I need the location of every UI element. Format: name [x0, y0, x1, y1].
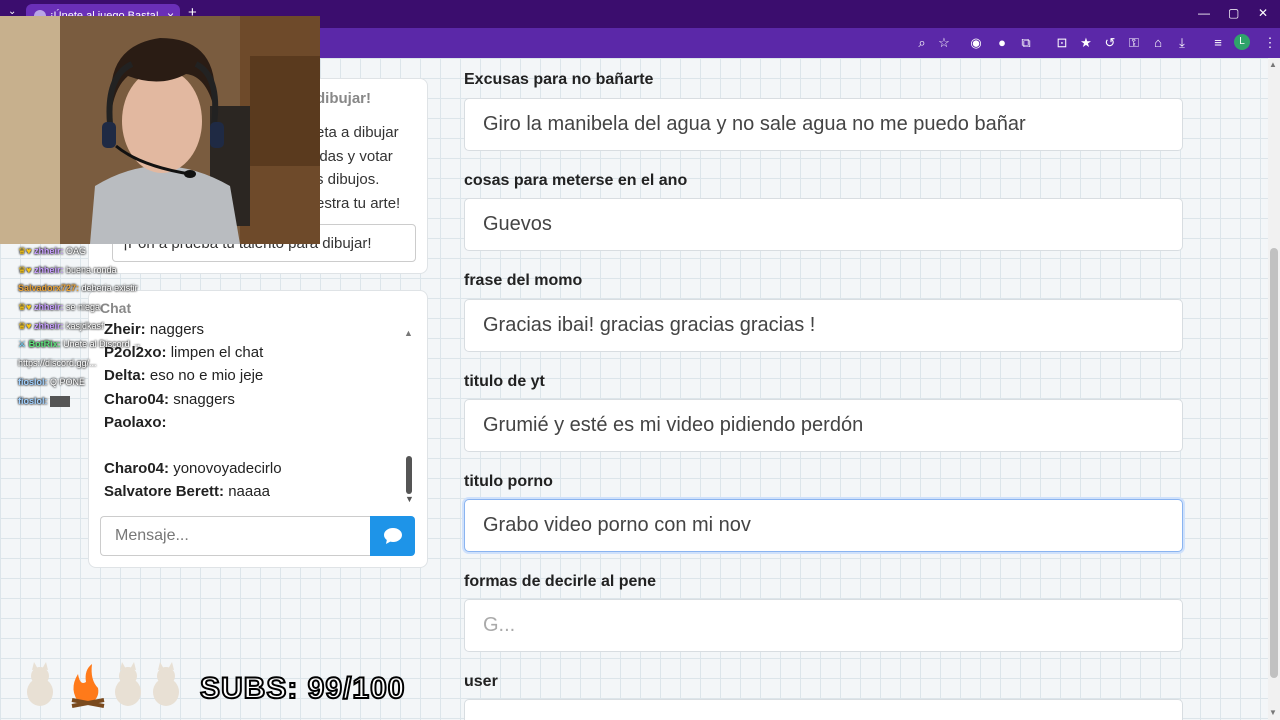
star-icon[interactable]: ☆ — [936, 34, 952, 52]
draw-card-line: estra tu arte! — [316, 194, 401, 212]
stream-chat-line: Salvadorx727: deberia existir — [18, 279, 208, 298]
more-options-icon[interactable]: ⋮ — [1262, 34, 1278, 52]
key-icon[interactable]: ⚿ — [1126, 34, 1142, 52]
webcam-overlay — [0, 16, 320, 244]
extension-shield-icon[interactable]: ● — [994, 34, 1010, 52]
stream-chat-text: kasjdkasf — [65, 320, 104, 331]
stream-chat-text: Q PONE — [50, 376, 86, 387]
emote-image — [50, 395, 71, 407]
chat-text: naaaa — [228, 483, 270, 501]
cat-icon — [27, 662, 53, 706]
stream-chat-text: Unete al Discord → — [63, 339, 142, 350]
chat-scroll-up-icon[interactable]: ▲ — [404, 328, 413, 338]
yt-title-input[interactable] — [464, 399, 1183, 452]
draw-card-line: idas y votar — [316, 147, 393, 165]
profile-avatar[interactable]: L — [1234, 34, 1250, 50]
excuses-input[interactable] — [464, 98, 1183, 151]
extension-icon[interactable]: ⧉ — [1018, 34, 1034, 52]
maximize-icon[interactable]: ▢ — [1228, 6, 1239, 20]
momo-phrase-input[interactable] — [464, 299, 1183, 352]
field-label: titulo porno — [464, 473, 553, 490]
stream-chat-user: fioslol: — [18, 376, 48, 387]
stream-chat-line: https://discord.gg/... — [18, 354, 208, 373]
stream-chat-line: ♛♥ zhheir: OAG — [18, 242, 208, 261]
campfire-icon — [71, 664, 105, 708]
minimize-icon[interactable]: — — [1198, 6, 1210, 20]
stream-chat-overlay: ♛♥ zhheir: OAG ♛♥ zhheir: buena ronda Sa… — [18, 242, 208, 410]
cat-icon — [115, 662, 141, 706]
stream-chat-line: fioslol: Q PONE — [18, 373, 208, 392]
stream-chat-line: ⚔ BotRix: Unete al Discord → — [18, 335, 208, 354]
draw-card-line: eta a dibujar — [316, 124, 399, 141]
chat-user: Paolaxo: — [104, 413, 167, 431]
bookmark-icon[interactable]: ★ — [1078, 34, 1094, 52]
chat-send-button[interactable] — [370, 516, 415, 556]
stream-chat-user: zhheir: — [33, 302, 64, 313]
cat-icon — [153, 662, 179, 706]
stream-chat-user: zhheir: — [33, 246, 64, 256]
download-icon[interactable]: ⤓ — [1174, 34, 1190, 52]
crown-icon: ♛♥ — [18, 264, 32, 275]
crown-icon: ♛♥ — [18, 246, 32, 256]
history-icon[interactable]: ↺ — [1102, 34, 1118, 52]
chat-message: Paolaxo: — [104, 411, 400, 434]
draw-card-text: eta a dibujar idas y votar s dibujos. es… — [316, 121, 416, 215]
chat-text: yonovoyadecirlo — [173, 460, 282, 478]
menu-icon[interactable]: ≡ — [1210, 34, 1226, 52]
draw-card-title: dibujar! — [316, 90, 371, 107]
stream-chat-line: ♛♥ zhheir: buena ronda — [18, 261, 208, 280]
chat-message: Charo04: yonovoyadecirlo — [104, 457, 400, 480]
draw-card-line: s dibujos. — [316, 171, 380, 188]
stream-chat-text: OAG — [65, 246, 86, 256]
chat-user: Charo04: — [104, 460, 170, 478]
chat-message-input[interactable] — [100, 516, 372, 556]
close-window-icon[interactable]: ✕ — [1258, 6, 1268, 20]
scroll-down-icon[interactable]: ▼ — [1269, 708, 1277, 717]
stream-chat-text: deberia existir — [81, 283, 138, 294]
stream-chat-user: zhheir: — [33, 320, 64, 331]
field-label: user — [464, 673, 498, 690]
field-label: titulo de yt — [464, 373, 545, 390]
user-input[interactable] — [464, 699, 1183, 720]
chat-message: Salvatore Berett: naaaa — [104, 480, 400, 503]
comment-icon — [384, 528, 402, 544]
stream-chat-line: fioslol: — [18, 392, 208, 411]
crown-icon: ♛♥ — [18, 320, 32, 331]
chat-message — [104, 434, 400, 457]
field-label: cosas para meterse en el ano — [464, 172, 688, 189]
stream-chat-text: buena ronda — [65, 264, 117, 275]
screenshot-icon[interactable]: ⊡ — [1054, 34, 1070, 52]
ano-input[interactable] — [464, 198, 1183, 251]
crown-icon: ♛♥ — [18, 302, 32, 313]
stream-chat-user: Salvadorx727: — [18, 283, 80, 294]
chat-scroll-thumb[interactable] — [406, 456, 412, 494]
audio-icon[interactable]: ◉ — [968, 34, 984, 52]
chat-user: Salvatore Berett: — [104, 483, 225, 501]
chat-scroll-down-icon[interactable]: ▼ — [405, 494, 414, 504]
field-label: formas de decirle al pene — [464, 573, 657, 590]
page-scroll-thumb[interactable] — [1270, 248, 1278, 678]
stream-chat-user: zhheir: — [33, 264, 64, 275]
field-label: frase del momo — [464, 272, 583, 289]
cat-emotes — [27, 662, 179, 708]
stream-chat-text: https://discord.gg/... — [18, 358, 97, 369]
porn-title-input[interactable] — [464, 499, 1183, 552]
webcam-feed — [0, 16, 320, 244]
zoom-icon[interactable]: ⌕ — [914, 34, 930, 52]
field-label: Excusas para no bañarte — [464, 71, 654, 88]
vpn-icon[interactable]: ⌂ — [1150, 34, 1166, 52]
pene-input[interactable] — [464, 599, 1183, 652]
subs-counter: SUBS: 99/100 — [199, 671, 406, 706]
sword-icon: ⚔ — [18, 339, 27, 350]
stream-chat-line: ♛♥ zhheir: kasjdkasf — [18, 317, 208, 336]
stream-chat-user: fioslol: — [18, 395, 48, 406]
stream-chat-text: se niega — [65, 302, 100, 313]
stream-chat-user: BotRix: — [28, 339, 61, 350]
stream-chat-line: ♛♥ zhheir: se niega — [18, 298, 208, 317]
scroll-up-icon[interactable]: ▲ — [1269, 60, 1277, 69]
